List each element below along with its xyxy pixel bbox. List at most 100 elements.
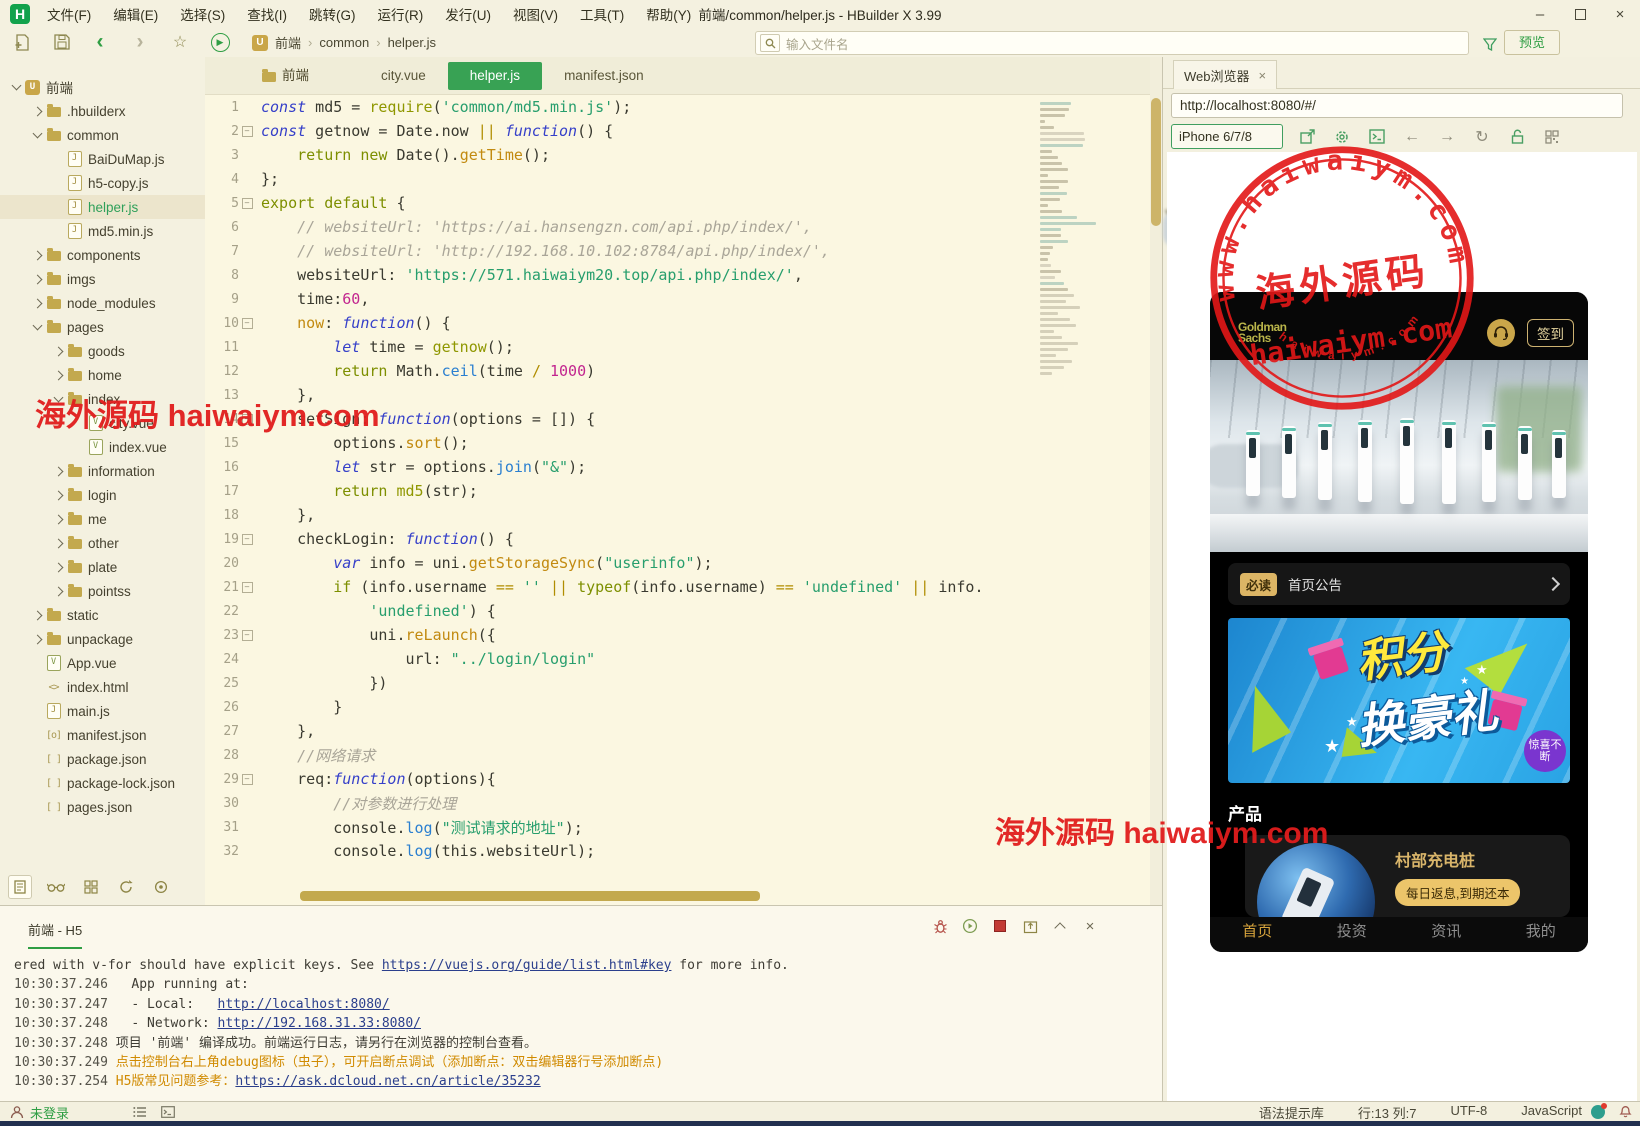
tree-item[interactable]: node_modules xyxy=(0,291,205,315)
chevron-right-icon[interactable] xyxy=(50,514,66,524)
code-line[interactable]: 25 }) xyxy=(205,671,1038,695)
browser-tab[interactable]: Web浏览器 × xyxy=(1173,60,1278,89)
fold-marker-icon[interactable]: – xyxy=(241,581,253,593)
menu-item[interactable]: 视图(V) xyxy=(504,1,567,27)
line-number[interactable]: 31 xyxy=(205,820,239,835)
line-number[interactable]: 1 xyxy=(205,100,239,115)
tree-item[interactable]: [ ] package-lock.json xyxy=(0,771,205,795)
tree-item[interactable]: plate xyxy=(0,555,205,579)
code-line[interactable]: 3 return new Date().getTime(); xyxy=(205,143,1038,167)
maximize-button[interactable] xyxy=(1560,8,1600,20)
console-link[interactable]: http://localhost:8080/ xyxy=(218,997,390,1012)
stop-icon[interactable] xyxy=(990,916,1010,936)
line-number[interactable]: 5 xyxy=(205,196,239,211)
line-number[interactable]: 23 xyxy=(205,628,239,643)
code-line[interactable]: 29– req:function(options){ xyxy=(205,767,1038,791)
menu-item[interactable]: 跳转(G) xyxy=(300,1,365,27)
file-search-input[interactable]: 输入文件名 xyxy=(755,31,1469,55)
export-log-icon[interactable] xyxy=(1020,916,1040,936)
code-line[interactable]: 32 console.log(this.websiteUrl); xyxy=(205,839,1038,863)
code-line[interactable]: 17 return md5(str); xyxy=(205,479,1038,503)
tree-item[interactable]: imgs xyxy=(0,267,205,291)
fold-marker-icon[interactable]: – xyxy=(241,125,253,137)
tree-item[interactable]: [ ] package.json xyxy=(0,747,205,771)
status-item[interactable]: JavaScript xyxy=(1521,1103,1582,1122)
horizontal-scrollbar[interactable] xyxy=(300,891,760,901)
code-line[interactable]: 26 } xyxy=(205,695,1038,719)
chevron-right-icon[interactable] xyxy=(29,298,45,308)
menu-item[interactable]: 编辑(E) xyxy=(104,1,167,27)
code-line[interactable]: 21– if (info.username == '' || typeof(in… xyxy=(205,575,1038,599)
user-icon[interactable] xyxy=(10,1105,24,1119)
customer-service-icon[interactable] xyxy=(1487,319,1515,347)
line-number[interactable]: 6 xyxy=(205,220,239,235)
console-link[interactable]: https://ask.dcloud.net.cn/article/35232 xyxy=(235,1074,540,1089)
console-link[interactable]: http://192.168.31.33:8080/ xyxy=(218,1016,422,1031)
line-number[interactable]: 26 xyxy=(205,700,239,715)
notice-bar[interactable]: 必读 首页公告 xyxy=(1228,563,1570,605)
collapse-panel-icon[interactable] xyxy=(1050,916,1070,936)
tree-item[interactable]: Jmd5.min.js xyxy=(0,219,205,243)
code-area[interactable]: 1 const md5 = require('common/md5.min.js'… xyxy=(205,95,1038,891)
breadcrumb-item[interactable]: 前端 xyxy=(275,33,301,52)
nav-item-3[interactable]: 资讯 xyxy=(1399,917,1494,952)
outline-list-icon[interactable] xyxy=(133,1106,147,1118)
code-line[interactable]: 16 let str = options.join("&"); xyxy=(205,455,1038,479)
line-number[interactable]: 30 xyxy=(205,796,239,811)
tree-item[interactable]: me xyxy=(0,507,205,531)
console-log-line[interactable]: 10:30:37.254 H5版常见问题参考：https://ask.dclou… xyxy=(14,1072,1152,1091)
tree-item[interactable]: goods xyxy=(0,339,205,363)
code-line[interactable]: 12 return Math.ceil(time / 1000) xyxy=(205,359,1038,383)
update-notification-icon[interactable] xyxy=(1591,1103,1607,1119)
structure-icon[interactable] xyxy=(80,876,102,898)
line-number[interactable]: 12 xyxy=(205,364,239,379)
chevron-right-icon[interactable] xyxy=(50,346,66,356)
line-number[interactable]: 7 xyxy=(205,244,239,259)
console-link[interactable]: https://vuejs.org/guide/list.html#key xyxy=(382,958,672,973)
line-number[interactable]: 17 xyxy=(205,484,239,499)
scrollbar-thumb[interactable] xyxy=(1151,98,1161,226)
fold-marker-icon[interactable]: – xyxy=(241,197,253,209)
tree-item[interactable]: unpackage xyxy=(0,627,205,651)
code-line[interactable]: 30 //对参数进行处理 xyxy=(205,791,1038,815)
chevron-right-icon[interactable] xyxy=(29,634,45,644)
reload-icon[interactable]: ↻ xyxy=(1471,126,1493,148)
debug-bug-icon[interactable] xyxy=(930,916,950,936)
line-number[interactable]: 32 xyxy=(205,844,239,859)
line-number[interactable]: 20 xyxy=(205,556,239,571)
glasses-icon[interactable] xyxy=(45,876,67,898)
code-line[interactable]: 9 time:60, xyxy=(205,287,1038,311)
line-number[interactable]: 19 xyxy=(205,532,239,547)
tree-item[interactable]: U 前端 xyxy=(0,75,205,99)
fold-column[interactable]: – xyxy=(239,533,255,545)
code-line[interactable]: 11 let time = getnow(); xyxy=(205,335,1038,359)
tree-item[interactable]: <> index.html xyxy=(0,675,205,699)
chevron-right-icon[interactable] xyxy=(29,274,45,284)
editor-tab[interactable]: manifest.json xyxy=(542,62,666,90)
chevron-right-icon[interactable] xyxy=(29,610,45,620)
code-line[interactable]: 6 // websiteUrl: 'https://ai.hansengzn.c… xyxy=(205,215,1038,239)
unlock-icon[interactable] xyxy=(1506,126,1528,148)
code-line[interactable]: 27 }, xyxy=(205,719,1038,743)
console-log-line[interactable]: 10:30:37.249 点击控制台右上角debug图标（虫子），可开启断点调试… xyxy=(14,1053,1152,1072)
fold-marker-icon[interactable]: – xyxy=(241,317,253,329)
favorite-star-icon[interactable]: ☆ xyxy=(168,31,192,53)
preview-button[interactable]: 预览 xyxy=(1504,30,1560,55)
code-line[interactable]: 10– now: function() { xyxy=(205,311,1038,335)
fold-column[interactable]: – xyxy=(239,125,255,137)
breadcrumb-item[interactable]: common xyxy=(319,35,369,50)
line-number[interactable]: 4 xyxy=(205,172,239,187)
run-icon[interactable]: ▶ xyxy=(208,31,232,53)
menu-item[interactable]: 工具(T) xyxy=(571,1,633,27)
fold-column[interactable]: – xyxy=(239,581,255,593)
code-line[interactable]: 23– uni.reLaunch({ xyxy=(205,623,1038,647)
line-number[interactable]: 8 xyxy=(205,268,239,283)
back-icon[interactable]: ‹ xyxy=(88,31,112,53)
terminal-status-icon[interactable] xyxy=(161,1106,175,1118)
nav-item-4[interactable]: 我的 xyxy=(1494,917,1589,952)
line-number[interactable]: 24 xyxy=(205,652,239,667)
tree-item[interactable]: [o] manifest.json xyxy=(0,723,205,747)
fold-marker-icon[interactable]: – xyxy=(241,773,253,785)
tree-item[interactable]: pages xyxy=(0,315,205,339)
tree-item[interactable]: V App.vue xyxy=(0,651,205,675)
